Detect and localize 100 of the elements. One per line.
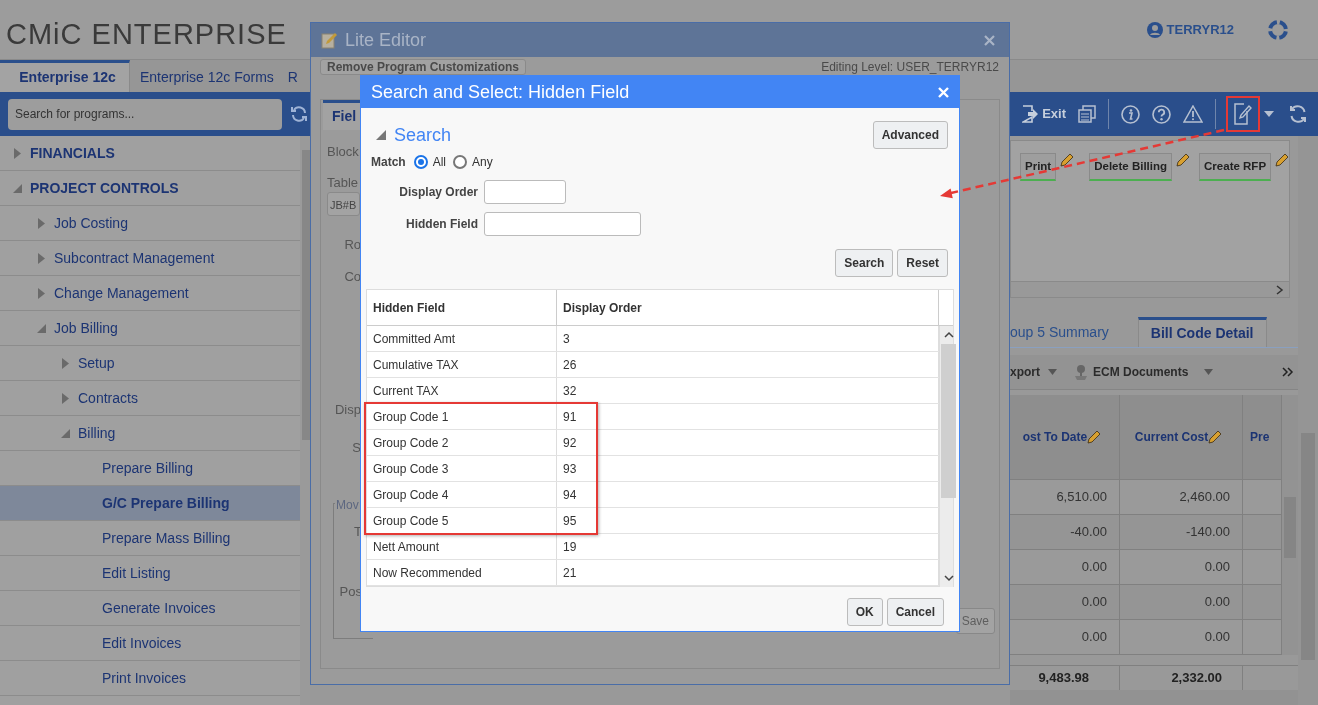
collapse-triangle-icon[interactable] — [376, 130, 386, 140]
tab[interactable]: oup 5 Summary — [1010, 317, 1123, 347]
expanded-triangle-icon[interactable] — [60, 428, 70, 438]
action-button[interactable]: Delete Billing — [1089, 153, 1173, 182]
caret-icon[interactable] — [1264, 111, 1274, 117]
match-label: Match — [371, 154, 406, 171]
table-cell: Group Code 4 — [367, 482, 557, 507]
document-pin-icon — [1073, 363, 1089, 381]
action-button[interactable]: Create RFP — [1199, 153, 1272, 182]
collapsed-triangle-icon[interactable] — [61, 357, 69, 369]
scroll-up-icon[interactable] — [944, 331, 954, 338]
search-field[interactable]: Search for programs... — [8, 98, 282, 130]
table-cell: Group Code 3 — [367, 456, 557, 481]
input-field[interactable] — [484, 212, 641, 236]
expanded-triangle-icon[interactable] — [12, 183, 22, 193]
expanded-triangle-icon[interactable] — [36, 323, 46, 333]
collapsed-triangle-icon[interactable] — [61, 392, 69, 404]
sidebar-item[interactable]: Setup — [0, 346, 300, 381]
tab[interactable]: Bill Code Detail — [1137, 317, 1267, 347]
scrollbar[interactable] — [1011, 281, 1289, 297]
table-cell: Group Code 2 — [367, 430, 557, 455]
table-cell: Nett Amount — [367, 534, 557, 559]
sidebar-item[interactable]: Change Management — [0, 276, 300, 311]
sidebar-item[interactable]: Subcontract Management — [0, 241, 300, 276]
field-label: Ro — [343, 236, 361, 254]
advanced-button[interactable]: Advanced — [872, 121, 948, 149]
table-field[interactable]: JB#B — [327, 192, 360, 216]
radio-label[interactable]: All — [432, 153, 446, 171]
sidebar-item[interactable]: Contracts — [0, 381, 300, 416]
radio-button[interactable] — [413, 155, 428, 169]
user-icon — [1146, 21, 1163, 38]
pencil-icon[interactable] — [1176, 153, 1190, 167]
scroll-down-icon[interactable] — [944, 575, 954, 582]
field-label: Display Order — [398, 184, 478, 201]
column-header[interactable]: ost To Date — [1022, 428, 1088, 446]
help-icon[interactable] — [1152, 104, 1171, 124]
pencil-icon[interactable] — [1275, 153, 1289, 167]
collapsed-triangle-icon[interactable] — [13, 147, 21, 159]
ecm-documents-menu[interactable]: ECM Documents — [1093, 363, 1189, 381]
table-label: Table — [327, 173, 360, 192]
pencil-icon[interactable] — [1208, 430, 1222, 444]
scrollbar[interactable] — [1298, 136, 1318, 705]
scrollbar[interactable] — [1010, 690, 1298, 705]
radio-button[interactable] — [453, 155, 467, 169]
caret-icon[interactable] — [1204, 369, 1214, 375]
fields-tab[interactable]: Fiel — [323, 100, 361, 130]
dialog-button[interactable]: Reset — [897, 249, 948, 277]
column-header[interactable]: Current Cost — [1134, 428, 1209, 446]
dialog-button[interactable]: Search — [835, 249, 894, 277]
tab[interactable]: Enterprise 12c Forms — [130, 60, 278, 92]
scroll-right-icon[interactable] — [1276, 285, 1284, 295]
search-section-heading[interactable]: Search — [394, 121, 452, 149]
sidebar-item[interactable]: Job Billing — [0, 311, 300, 346]
exit-button[interactable]: Exit — [1022, 104, 1066, 124]
table-cell: Committed Amt — [367, 326, 557, 351]
field-label: S — [351, 438, 361, 457]
dialog-button[interactable]: Cancel — [886, 598, 944, 626]
sidebar-item[interactable]: Billing — [0, 416, 300, 451]
info-icon[interactable] — [1121, 104, 1140, 124]
block-label: Block — [327, 143, 360, 161]
field-label: Co — [343, 267, 361, 286]
tab[interactable]: R — [277, 60, 302, 92]
input-field[interactable] — [484, 180, 566, 204]
sidebar-item[interactable]: G/C Prepare Billing — [0, 486, 300, 521]
overflow-chevron-icon[interactable] — [1282, 367, 1294, 377]
sidebar-item[interactable]: Job Costing — [0, 206, 300, 241]
close-icon[interactable] — [984, 34, 995, 46]
pencil-icon[interactable] — [1060, 153, 1074, 167]
radio-label[interactable]: Any — [472, 153, 493, 171]
table-cell: Now Recommended — [367, 560, 557, 585]
collapsed-triangle-icon[interactable] — [37, 252, 45, 264]
sidebar-item[interactable]: FINANCIALS — [0, 136, 300, 171]
collapsed-triangle-icon[interactable] — [37, 217, 45, 229]
copies-icon[interactable] — [1078, 105, 1096, 123]
user-name[interactable]: TERRYR12 — [1166, 19, 1234, 40]
warning-icon[interactable] — [1183, 105, 1203, 123]
column-header[interactable]: Hidden Field — [373, 298, 445, 317]
action-button[interactable]: Print — [1020, 153, 1057, 182]
refresh-icon[interactable] — [1288, 104, 1308, 124]
refresh-icon[interactable] — [290, 105, 308, 123]
remove-customizations-button[interactable]: Remove Program Customizations — [320, 59, 527, 75]
edit-icon — [1234, 102, 1252, 126]
edit-button[interactable] — [1228, 98, 1258, 130]
sidebar-item[interactable]: PROJECT CONTROLS — [0, 171, 300, 206]
column-header[interactable]: Display Order — [563, 298, 642, 317]
dialog-title: Search and Select: Hidden Field — [371, 80, 630, 104]
exit-icon — [1022, 105, 1039, 123]
export-menu[interactable]: xport — [1010, 363, 1040, 381]
collapsed-triangle-icon[interactable] — [37, 287, 45, 299]
table-cell: 0.00 — [1120, 620, 1243, 655]
scrollbar[interactable] — [1282, 480, 1298, 655]
dialog-button[interactable]: OK — [846, 598, 883, 626]
field-label: Disp — [334, 401, 361, 419]
pencil-icon[interactable] — [1087, 430, 1101, 444]
caret-icon[interactable] — [1048, 369, 1057, 375]
tab[interactable]: Enterprise 12c — [0, 60, 130, 92]
lifebuoy-icon[interactable] — [1268, 19, 1288, 40]
scrollbar[interactable] — [1282, 395, 1298, 480]
column-header[interactable]: Pre — [1250, 428, 1270, 446]
window-title: Lite Editor — [345, 28, 427, 52]
